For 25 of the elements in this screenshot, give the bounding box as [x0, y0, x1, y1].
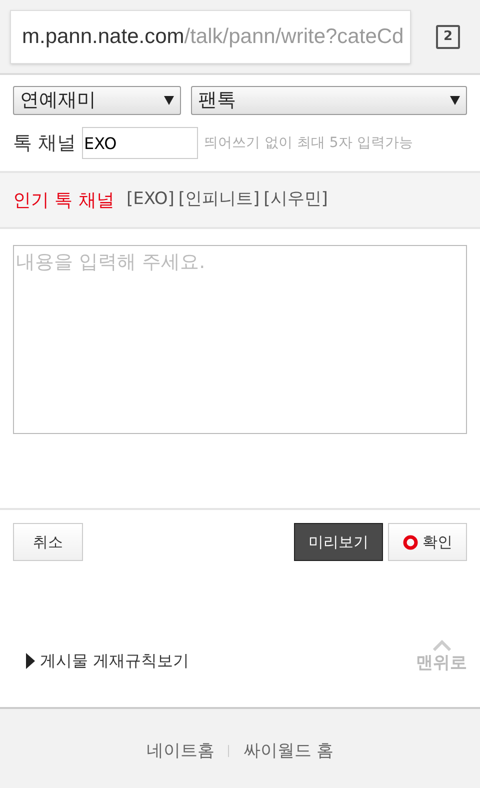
- rules-link[interactable]: 게시물 게재규칙보기: [26, 649, 190, 673]
- channel-link[interactable]: [인피니트]: [178, 187, 260, 213]
- channel-link[interactable]: [EXO]: [126, 187, 174, 213]
- talk-channel-hint: 띄어쓰기 없이 최대 5자 입력가능: [204, 134, 413, 152]
- cancel-button[interactable]: 취소: [13, 523, 83, 561]
- popular-channels-label: 인기 톡 채널: [13, 188, 114, 212]
- footer-link[interactable]: 네이트홈: [146, 738, 214, 764]
- circle-icon: [402, 534, 418, 550]
- preview-button[interactable]: 미리보기: [294, 523, 383, 561]
- confirm-button[interactable]: 확인: [388, 523, 467, 561]
- talk-channel-field[interactable]: EXO: [82, 127, 198, 159]
- category-select[interactable]: 팬톡: [191, 86, 467, 115]
- triangle-icon: [26, 653, 35, 669]
- dropdown-arrow-icon: [164, 96, 174, 105]
- category-select[interactable]: 연예재미: [13, 86, 181, 115]
- talk-channel-label: 톡 채널: [13, 130, 76, 156]
- channel-link[interactable]: [시우민]: [264, 187, 328, 213]
- footer-link[interactable]: 싸이월드 홈: [243, 738, 334, 764]
- content-field[interactable]: 내용을 입력해 주세요.: [13, 245, 467, 434]
- url-host: m.pann.nate.com: [22, 24, 184, 50]
- dropdown-arrow-icon: [450, 96, 460, 105]
- url-path: /talk/pann/write?cateCd: [184, 24, 404, 50]
- chevron-up-icon: [432, 639, 452, 651]
- tab-count-button[interactable]: 2: [436, 24, 460, 48]
- address-field[interactable]: m.pann.nate.com/talk/pann/write?cateCd: [10, 10, 411, 64]
